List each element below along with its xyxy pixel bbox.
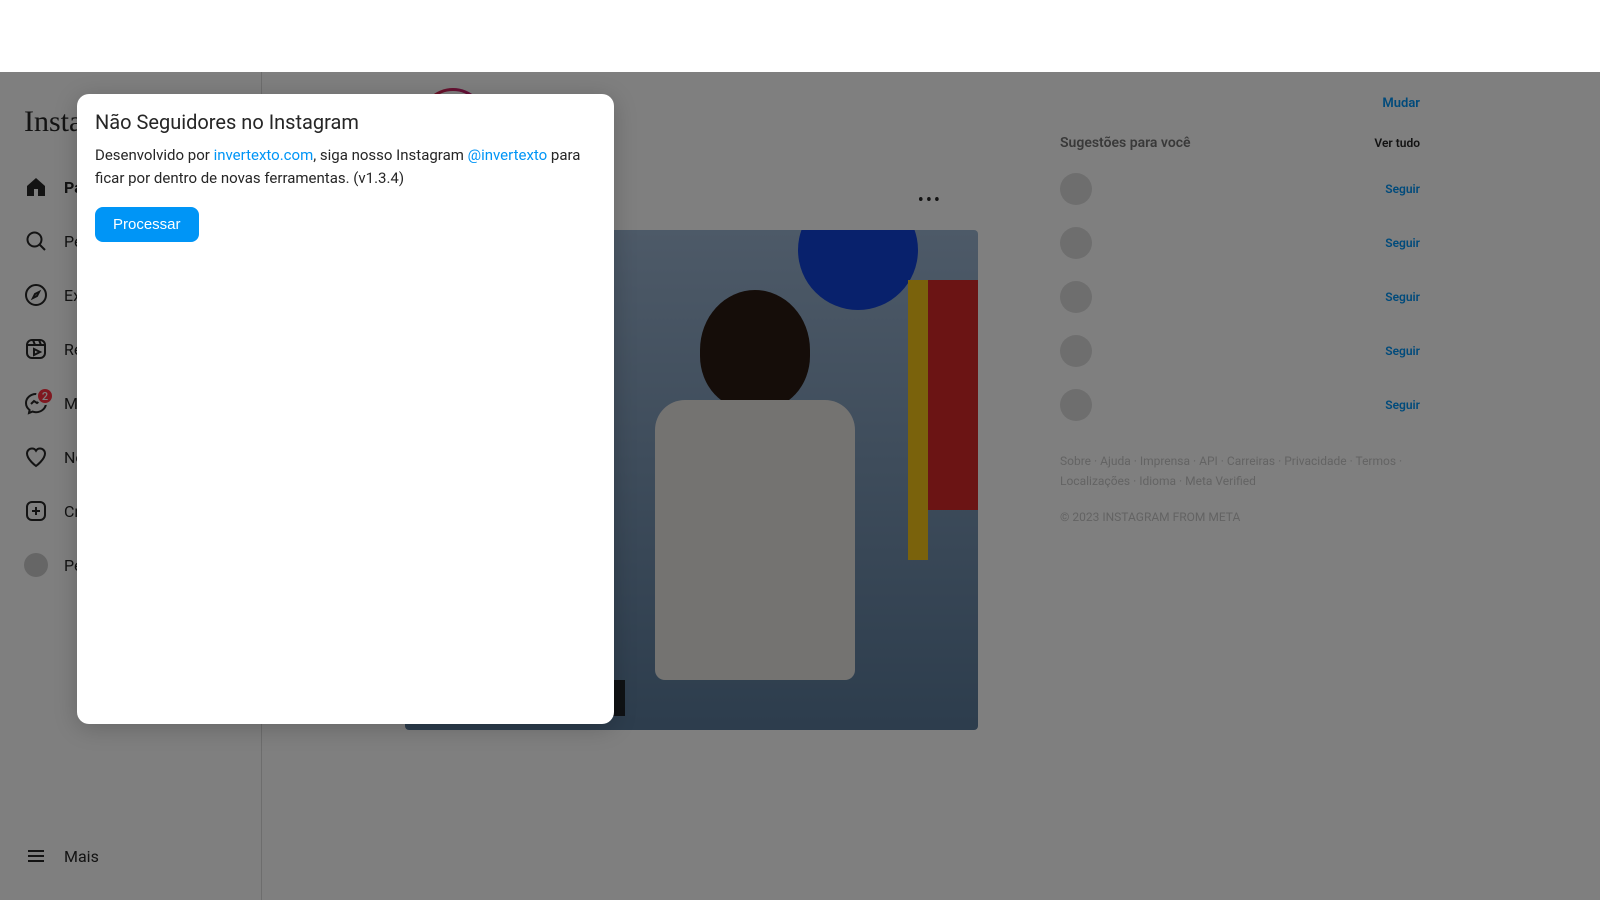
modal-body: Desenvolvido por invertexto.com, siga no… [95, 144, 596, 189]
modal-title: Não Seguidores no Instagram [95, 110, 596, 134]
modal-link-instagram[interactable]: @invertexto [468, 146, 548, 164]
modal-non-followers: Não Seguidores no Instagram Desenvolvido… [77, 94, 614, 724]
modal-text: Desenvolvido por [95, 146, 214, 164]
process-button[interactable]: Processar [95, 207, 199, 242]
modal-link-invertexto[interactable]: invertexto.com [214, 146, 314, 164]
modal-text: , siga nosso Instagram [313, 146, 467, 164]
